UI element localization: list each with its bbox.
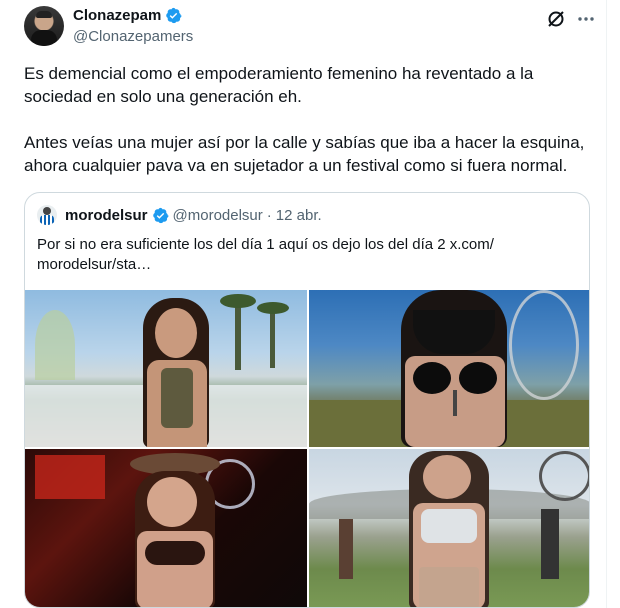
grok-icon[interactable] [545,8,567,30]
quoted-author-display-name[interactable]: morodelsur [65,207,148,224]
quoted-text-link[interactable]: morodelsur/sta… [37,255,577,275]
media-image[interactable] [25,290,307,447]
tweet-text-line: sociedad en solo una generación eh. [24,87,302,106]
quoted-author-avatar[interactable] [37,205,57,225]
quoted-tweet-text: Por si no era suficiente los del día 1 a… [37,235,577,275]
media-image[interactable] [309,290,589,447]
tweet-text-line: Antes veías una mujer así por la calle y… [24,133,585,152]
author-avatar[interactable] [24,6,64,46]
separator-dot: · [266,206,272,224]
tweet-text: Es demencial como el empoderamiento feme… [24,62,594,177]
author-handle[interactable]: @Clonazepamers [73,28,193,45]
author-name-row: Clonazepam [73,7,182,24]
tweet[interactable]: Clonazepam @Clonazepamers Es demencial c… [0,0,607,608]
media-image[interactable] [25,449,307,607]
tweet-text-line: Es demencial como el empoderamiento feme… [24,64,534,83]
author-display-name[interactable]: Clonazepam [73,7,161,24]
more-icon[interactable] [575,8,597,30]
quoted-tweet[interactable]: morodelsur @morodelsur · 12 abr. Por si … [24,192,590,608]
tweet-text-line: ahora cualquier pava va en sujetador a u… [24,156,568,175]
quoted-tweet-date[interactable]: 12 abr. [276,207,322,224]
quoted-tweet-header: morodelsur @morodelsur · 12 abr. [37,205,322,225]
verified-badge-icon[interactable] [165,7,182,24]
quoted-author-handle[interactable]: @morodelsur [173,207,263,224]
quoted-text-line: Por si no era suficiente los del día 1 a… [37,236,494,253]
tweet-top-actions [545,8,597,30]
verified-badge-icon[interactable] [152,207,169,224]
media-image[interactable] [309,449,589,607]
media-grid [25,290,589,607]
